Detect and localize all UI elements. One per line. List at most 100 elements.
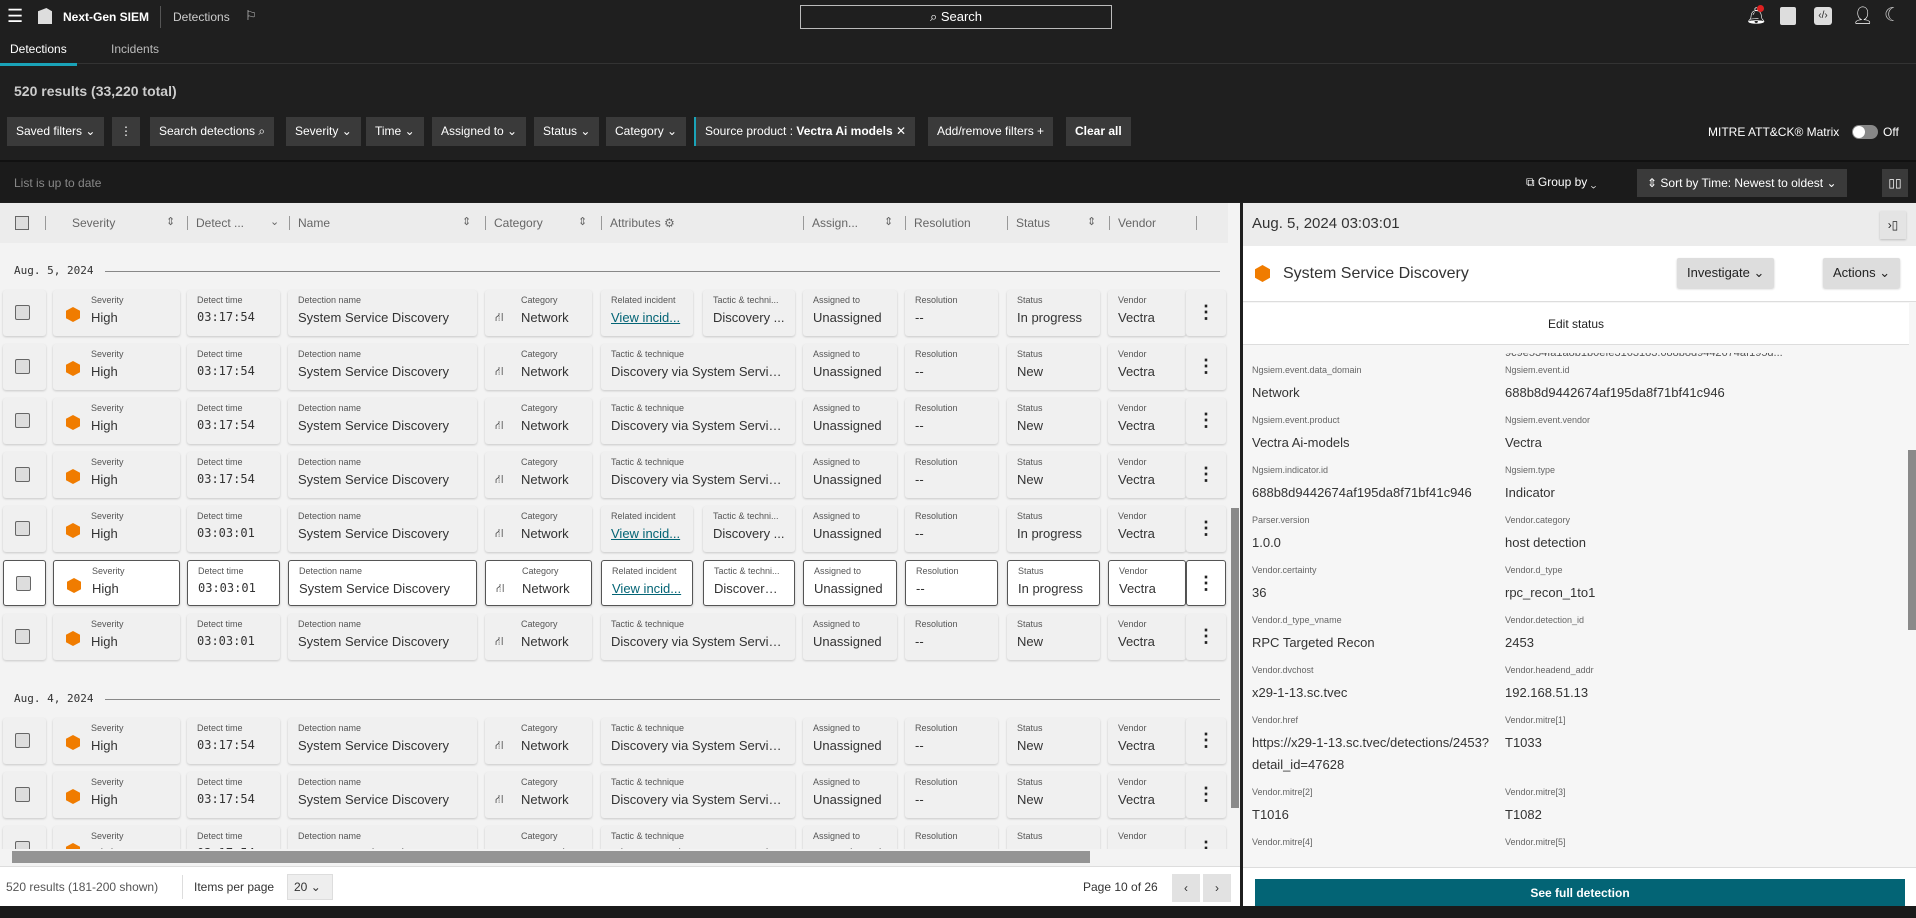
actions-button[interactable]: Actions ⌄	[1823, 258, 1901, 288]
cell-incident-value[interactable]: View incid...	[611, 526, 683, 541]
table-row[interactable]: Severity High Detect time 03:03:01 Detecti…	[0, 560, 1228, 606]
cell-incident[interactable]: Related incident View incid...	[601, 290, 693, 336]
vertical-scrollbar[interactable]	[1230, 203, 1240, 853]
cell-status-label: Status	[1017, 349, 1043, 359]
column-resolution[interactable]: Resolution	[905, 216, 971, 230]
severity-high-icon	[1255, 265, 1270, 282]
mitre-toggle[interactable]	[1852, 125, 1878, 139]
menu-icon[interactable]: ☰	[7, 6, 23, 27]
app-title[interactable]: Next-Gen SIEM	[63, 10, 149, 24]
cell-status-value: New	[1017, 792, 1044, 807]
column-name[interactable]: Name	[289, 216, 330, 230]
row-kebab-icon[interactable]: ⋮	[1186, 772, 1226, 818]
cell-name: Detection name System Service Discovery	[288, 452, 477, 498]
network-icon: ⛙	[495, 472, 504, 486]
cell-name-value: System Service Discovery	[298, 792, 449, 807]
cell-category-label: Category	[521, 511, 558, 521]
assigned-filter[interactable]: Assigned to ⌄	[432, 117, 527, 146]
group-by-button[interactable]: ⧉ Group by ⌄	[1526, 175, 1596, 190]
cell-resolution: Resolution --	[905, 344, 998, 390]
user-icon[interactable]: 👤︎	[1852, 6, 1874, 26]
saved-filters-button[interactable]: Saved filters ⌄	[7, 117, 105, 146]
column-assigned[interactable]: Assign...	[803, 216, 858, 230]
items-per-page-select[interactable]: 20 ⌄	[287, 874, 333, 900]
table-row[interactable]: Severity High Detect time 03:03:01 Detecti…	[0, 614, 1228, 660]
close-icon[interactable]: ✕	[896, 124, 906, 138]
category-filter[interactable]: Category ⌄	[606, 117, 687, 146]
row-kebab-icon[interactable]: ⋮	[1186, 398, 1226, 444]
cell-vendor-value: Vectra	[1118, 634, 1155, 649]
row-kebab-icon[interactable]: ⋮	[1186, 290, 1226, 336]
cell-incident-value[interactable]: View incid...	[612, 581, 682, 596]
table-row[interactable]: Severity High Detect time 03:17:54 Detecti…	[0, 398, 1228, 444]
column-layout-button[interactable]: ▯▯	[1882, 169, 1908, 197]
table-row[interactable]: Severity High Detect time 03:17:54 Detecti…	[0, 772, 1228, 818]
row-kebab-icon[interactable]: ⋮	[1186, 560, 1226, 606]
column-severity[interactable]: Severity	[45, 216, 115, 230]
field-value: Indicator	[1505, 485, 1555, 500]
horizontal-scrollbar[interactable]	[0, 849, 1240, 866]
cell-name-value: System Service Discovery	[298, 364, 449, 379]
row-checkbox[interactable]	[15, 413, 30, 428]
table-row[interactable]: Severity High Detect time 03:17:54 Detecti…	[0, 718, 1228, 764]
row-checkbox[interactable]	[15, 521, 30, 536]
see-full-detection-button[interactable]: See full detection	[1255, 879, 1905, 907]
edit-status-button[interactable]: Edit status	[1243, 303, 1909, 345]
kebab-icon[interactable]: ⋮	[112, 117, 140, 146]
prev-page-button[interactable]: ‹	[1172, 874, 1200, 902]
search-detections-filter[interactable]: Search detections ⌕	[150, 117, 275, 146]
notes-icon[interactable]	[1780, 7, 1796, 25]
row-checkbox[interactable]	[16, 576, 31, 591]
severity-filter[interactable]: Severity ⌄	[286, 117, 361, 146]
field-label: Vendor.dvchost	[1252, 665, 1314, 675]
table-row[interactable]: Severity High Detect time 03:17:54 Detecti…	[0, 344, 1228, 390]
cell-vendor-label: Vendor	[1119, 566, 1148, 576]
investigate-button[interactable]: Investigate ⌄	[1677, 258, 1775, 288]
table-row[interactable]: Severity High Detect time 03:17:54 Detecti…	[0, 452, 1228, 498]
column-status[interactable]: Status	[1007, 216, 1050, 230]
status-filter[interactable]: Status ⌄	[534, 117, 600, 146]
row-checkbox[interactable]	[15, 733, 30, 748]
cell-incident-value[interactable]: View incid...	[611, 310, 683, 325]
cell-vendor: Vendor Vectra	[1108, 344, 1186, 390]
cell-assigned: Assigned to Unassigned	[803, 560, 897, 606]
row-checkbox[interactable]	[15, 359, 30, 374]
add-remove-filters-button[interactable]: Add/remove filters +	[928, 117, 1054, 146]
table-row[interactable]: Severity High Detect time 03:03:01 Detecti…	[0, 506, 1228, 552]
cell-resolution: Resolution --	[905, 560, 998, 606]
collapse-panel-icon[interactable]: ›▯	[1880, 211, 1906, 239]
row-checkbox[interactable]	[15, 787, 30, 802]
tab-incidents[interactable]: Incidents	[111, 42, 159, 56]
sort-by-button[interactable]: ⇕ Sort by Time: Newest to oldest ⌄	[1637, 169, 1847, 197]
cell-status-value: New	[1017, 472, 1044, 487]
row-kebab-icon[interactable]: ⋮	[1186, 614, 1226, 660]
cell-incident[interactable]: Related incident View incid...	[601, 560, 693, 606]
clear-all-button[interactable]: Clear all	[1066, 117, 1131, 146]
row-kebab-icon[interactable]: ⋮	[1186, 718, 1226, 764]
cell-status-label: Status	[1017, 777, 1043, 787]
cell-name-value: System Service Discovery	[298, 634, 449, 649]
global-search[interactable]: ⌕ Search	[800, 5, 1112, 29]
row-kebab-icon[interactable]: ⋮	[1186, 452, 1226, 498]
tab-detections[interactable]: Detections	[0, 42, 77, 66]
select-all-checkbox[interactable]	[15, 216, 29, 230]
bookmark-icon[interactable]: ⚐	[245, 8, 257, 24]
panel-scrollbar[interactable]	[1908, 303, 1916, 803]
row-checkbox[interactable]	[15, 305, 30, 320]
source-product-filter[interactable]: Source product : Vectra Ai models ✕	[694, 117, 916, 146]
moon-icon[interactable]: ☾	[1884, 4, 1901, 27]
row-kebab-icon[interactable]: ⋮	[1186, 506, 1226, 552]
row-checkbox[interactable]	[15, 467, 30, 482]
code-icon[interactable]: ‹/›	[1814, 7, 1832, 25]
column-detect-time[interactable]: Detect ...	[187, 216, 244, 230]
cell-incident[interactable]: Related incident View incid...	[601, 506, 693, 552]
time-filter[interactable]: Time ⌄	[366, 117, 424, 146]
row-kebab-icon[interactable]: ⋮	[1186, 344, 1226, 390]
table-row[interactable]: Severity High Detect time 03:17:54 Detecti…	[0, 290, 1228, 336]
row-checkbox[interactable]	[15, 629, 30, 644]
next-page-button[interactable]: ›	[1203, 874, 1231, 902]
field-label: Parser.version	[1252, 515, 1310, 525]
column-vendor[interactable]: Vendor	[1109, 216, 1198, 230]
column-category[interactable]: Category	[485, 216, 543, 230]
column-attributes[interactable]: Attributes ⚙	[601, 216, 675, 230]
